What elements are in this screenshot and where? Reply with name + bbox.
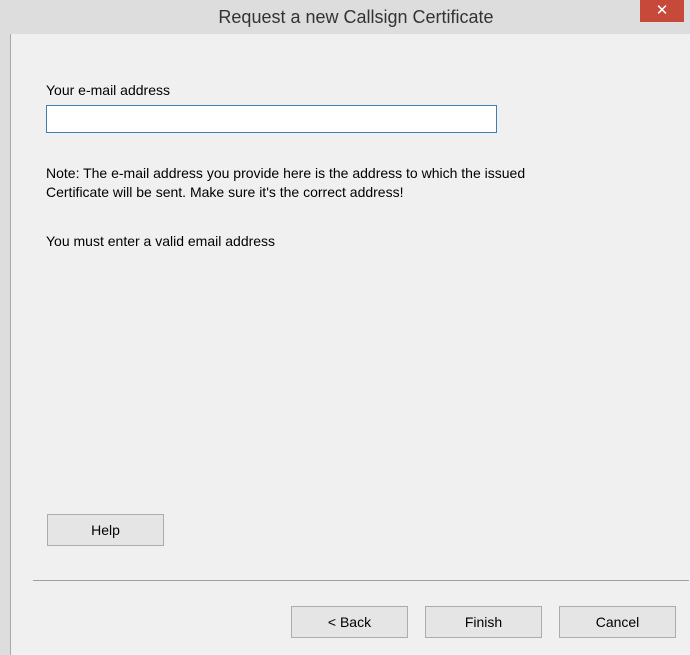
- email-label: Your e-mail address: [46, 82, 170, 98]
- finish-button[interactable]: Finish: [425, 606, 542, 638]
- back-button[interactable]: < Back: [291, 606, 408, 638]
- separator: [33, 580, 689, 581]
- note-text: Note: The e-mail address you provide her…: [46, 164, 646, 202]
- help-button[interactable]: Help: [47, 514, 164, 546]
- email-field[interactable]: [46, 105, 497, 133]
- window-title: Request a new Callsign Certificate: [218, 7, 494, 27]
- close-button[interactable]: ✕: [640, 0, 684, 22]
- validation-message: You must enter a valid email address: [46, 233, 276, 249]
- note-line-2: Certificate will be sent. Make sure it's…: [46, 184, 404, 200]
- window-frame-left: [0, 34, 11, 655]
- cancel-button[interactable]: Cancel: [559, 606, 676, 638]
- title-bar[interactable]: Request a new Callsign Certificate ✕: [0, 0, 690, 34]
- dialog-content: Your e-mail address Note: The e-mail add…: [11, 34, 690, 655]
- close-icon: ✕: [655, 2, 669, 19]
- note-line-1: Note: The e-mail address you provide her…: [46, 165, 526, 181]
- dialog-window: Request a new Callsign Certificate ✕ You…: [0, 0, 690, 655]
